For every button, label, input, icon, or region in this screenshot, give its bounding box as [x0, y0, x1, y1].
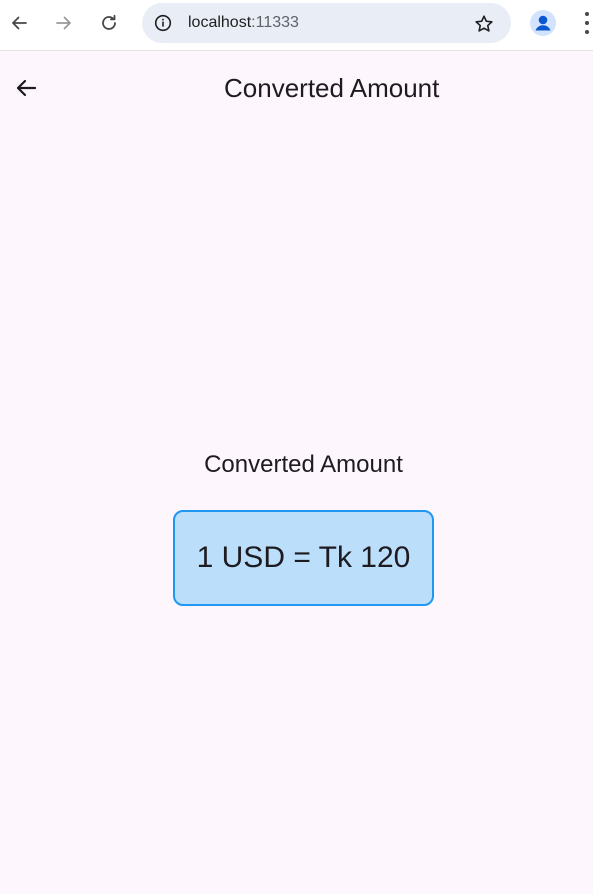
- url-port: :11333: [251, 14, 299, 31]
- reload-icon: [102, 14, 116, 30]
- page-title: Converted Amount: [224, 73, 440, 103]
- browser-reload-button[interactable]: [94, 8, 124, 38]
- person-icon: [535, 15, 551, 31]
- arrow-left-icon: [12, 16, 27, 30]
- browser-forward-button[interactable]: [49, 8, 79, 38]
- address-bar[interactable]: localhost:11333: [142, 3, 511, 43]
- arrow-left-icon: [16, 79, 37, 97]
- app-bar: Converted Amount: [0, 52, 593, 124]
- profile-avatar[interactable]: [530, 10, 556, 36]
- browser-toolbar: localhost:11333: [0, 0, 593, 51]
- conversion-result-text: 1 USD = Tk 120: [196, 541, 411, 574]
- address-url[interactable]: localhost:11333: [188, 14, 299, 32]
- arrow-right-icon: [56, 16, 71, 30]
- info-icon[interactable]: [153, 13, 173, 33]
- browser-back-button[interactable]: [4, 8, 34, 38]
- star-icon[interactable]: [473, 13, 495, 35]
- converted-amount-heading: Converted Amount: [204, 451, 403, 478]
- url-host: localhost: [188, 14, 252, 31]
- more-vertical-icon[interactable]: [578, 10, 593, 36]
- back-button[interactable]: [6, 68, 46, 108]
- conversion-result-box: 1 USD = Tk 120: [173, 510, 434, 606]
